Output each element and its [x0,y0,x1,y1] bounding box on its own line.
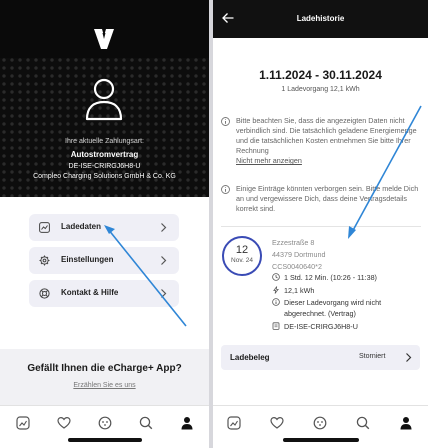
home-indicator [68,438,142,442]
contract-id: DE-ISE-CRIRGJ6H8-U [68,163,141,170]
menu-item-label: Kontakt & Hilfe [61,288,119,297]
heart-icon[interactable] [270,416,284,430]
user-icon[interactable] [399,416,413,430]
session-city: 44379 Dortmund [272,250,326,259]
feedback-link[interactable]: Erzählen Sie es uns [0,382,209,389]
station-id-text: CCS0040640*2 [272,262,322,271]
menu-item-ladedaten[interactable]: Ladedaten [29,214,179,241]
home-indicator [283,438,359,442]
billing-status-line1: Dieser Ladevorgang wird nicht [284,298,382,307]
notice-text: Einige Einträge könnten verborgen sein. … [236,184,419,213]
receipt-label: Ladebeleg [230,353,270,362]
chevron-right-icon [161,256,167,265]
menu-item-label: Einstellungen [61,255,114,264]
user-icon[interactable] [180,416,194,430]
gear-icon [39,255,50,266]
search-icon[interactable] [356,416,370,430]
menu-item-label: Ladedaten [61,222,102,231]
notice-unverbindlich: Bitte beachten Sie, dass die angezeigten… [221,116,426,175]
account-avatar-icon [85,78,123,121]
contract-id-text: DE-ISE-CRIRGJ6H8-U [284,322,358,331]
info-icon [221,117,230,126]
payment-method-name: Autostromvertrag [70,150,139,159]
info-icon [272,298,280,306]
left-screen: Ihre aktuelle Zahlungsart: Autostromvert… [0,0,209,448]
charger-icon[interactable] [98,416,112,430]
heart-icon[interactable] [57,416,71,430]
menu-item-einstellungen[interactable]: Einstellungen [29,247,179,274]
receipt-row[interactable]: Ladebeleg Storniert [221,345,420,370]
chart-line-icon [39,222,50,233]
map-icon[interactable] [227,416,241,430]
echarge-logo-icon [94,29,114,49]
chevron-right-icon [161,223,167,232]
session-day: 12 [235,244,249,256]
chevron-right-icon [406,353,412,362]
charger-icon[interactable] [313,416,327,430]
page-title: Ladehistorie [296,14,345,23]
feedback-banner [0,349,209,405]
city-text: 44379 Dortmund [272,250,326,259]
info-icon [221,185,230,194]
dismiss-notice-link[interactable]: Nicht mehr anzeigen [236,156,424,166]
search-icon[interactable] [139,416,153,430]
notice-hidden-entries: Einige Einträge könnten verborgen sein. … [221,184,426,217]
feedback-title: Gefällt Ihnen die eCharge+ App? [27,363,182,374]
session-station-id: CCS0040640*2 [272,262,322,271]
session-summary: 1 Ladevorgang 12,1 kWh [281,86,360,93]
billing-period: 1.11.2024 - 30.11.2024 [259,68,382,82]
lifebuoy-icon [39,288,50,299]
street-text: Ezzestraße 8 [272,238,315,247]
right-screen: Ladehistorie 1.11.2024 - 30.11.2024 1 La… [213,0,428,448]
session-date-badge: 12 Nov. 24 [222,236,262,276]
divider-line [221,226,421,227]
session-month: Nov. 24 [231,257,253,264]
session-street: Ezzestraße 8 [272,238,314,247]
duration-text: 1 Std. 12 Min. (10:26 - 11:38) [284,273,377,282]
notice-text: Bitte beachten Sie, dass die angezeigten… [236,116,417,155]
lightning-icon [273,286,279,294]
billing-status-line2: abgerechnet. (Vertrag) [284,309,356,318]
energy-text: 12,1 kWh [284,286,315,295]
clock-icon [272,273,280,281]
map-icon[interactable] [16,416,30,430]
payment-method-label: Ihre aktuelle Zahlungsart: [65,138,144,145]
contract-icon [272,322,280,330]
chevron-right-icon [161,289,167,298]
company-name: Compleo Charging Solutions GmbH & Co. KG [33,173,176,180]
receipt-status: Storniert [359,353,386,360]
menu-item-kontakt-hilfe[interactable]: Kontakt & Hilfe [29,280,179,307]
